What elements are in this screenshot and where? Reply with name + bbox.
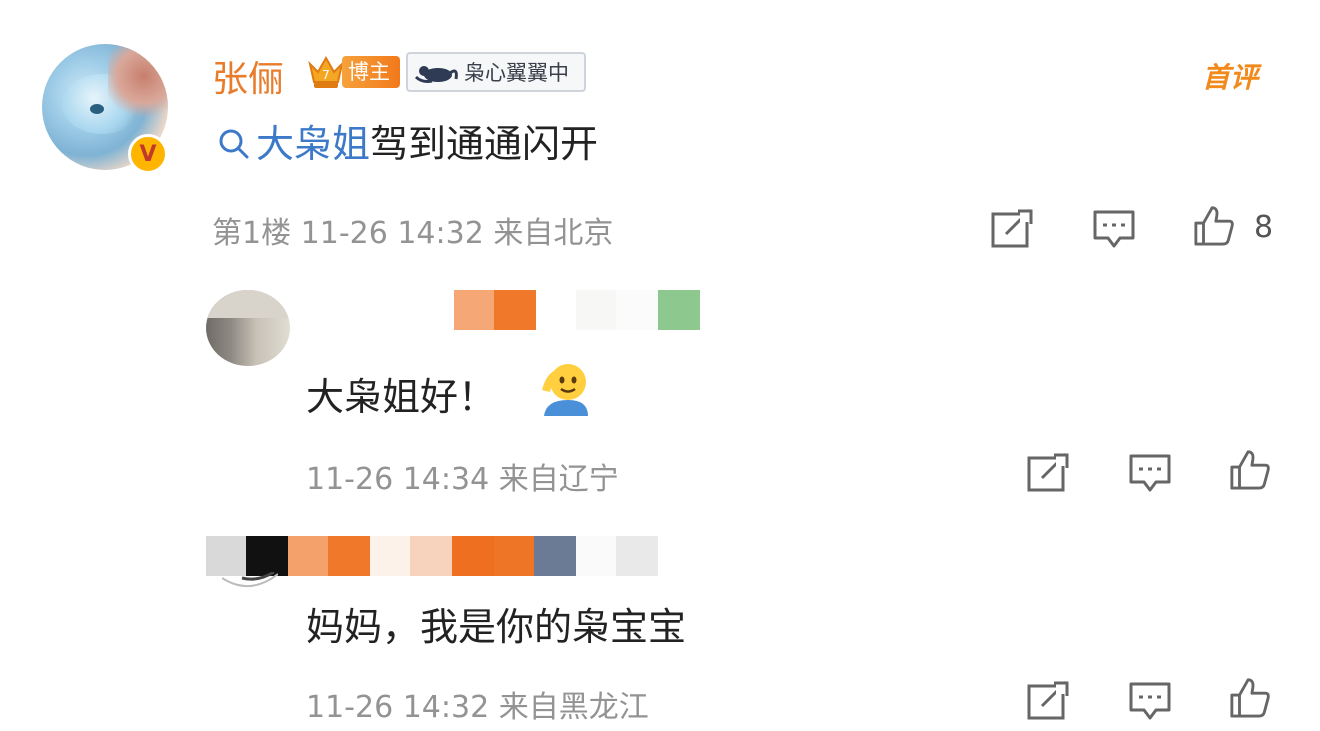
reply-username-blurred[interactable] — [206, 536, 658, 576]
timestamp: 11-26 14:32 — [306, 690, 490, 725]
author-username[interactable]: 张俪 — [212, 50, 284, 102]
salute-emoji-icon — [542, 364, 588, 416]
reply-meta: 11-26 14:34 来自辽宁 — [306, 454, 619, 498]
reply-avatar[interactable] — [222, 572, 278, 596]
comment-icon[interactable] — [1128, 680, 1172, 722]
timestamp: 11-26 14:32 — [300, 216, 484, 251]
like-icon[interactable] — [1228, 448, 1272, 490]
location: 来自黑龙江 — [498, 690, 649, 725]
share-icon[interactable] — [1026, 680, 1070, 722]
fan-badge-label: 枭心翼翼中 — [464, 61, 569, 85]
like-icon[interactable] — [1228, 676, 1272, 718]
comment-icon[interactable] — [1128, 452, 1172, 494]
fan-group-badge[interactable]: 枭心翼翼中 — [406, 52, 586, 92]
comment-meta: 第1楼 11-26 14:32 来自北京 — [212, 208, 613, 252]
search-icon — [219, 129, 249, 159]
reply-text: 妈妈，我是你的枭宝宝 — [306, 605, 687, 649]
share-icon[interactable] — [1026, 452, 1070, 494]
blogger-badge: 博主 — [342, 56, 400, 88]
location: 来自北京 — [493, 216, 614, 251]
owl-mascot-icon — [414, 66, 458, 83]
first-comment-tag: 首评 — [1202, 61, 1259, 94]
timestamp: 11-26 14:34 — [306, 462, 490, 497]
location: 来自辽宁 — [498, 462, 619, 497]
reply-meta: 11-26 14:32 来自黑龙江 — [306, 682, 649, 726]
verified-badge-icon: V — [128, 134, 168, 174]
comment-icon[interactable] — [1092, 208, 1136, 250]
reply-text: 大枭姐好！ — [306, 375, 497, 419]
svg-text:7: 7 — [322, 68, 330, 82]
reply-username-blurred[interactable] — [290, 290, 700, 330]
crown-icon: 7 — [308, 55, 344, 88]
topic-link[interactable]: 大枭姐 — [256, 118, 370, 170]
like-count: 8 — [1254, 210, 1274, 245]
comment-text: 驾到通通闪开 — [370, 122, 599, 166]
like-icon[interactable] — [1192, 204, 1236, 246]
comment-content: 大枭姐 驾到通通闪开 — [216, 118, 598, 170]
reply-avatar[interactable] — [206, 290, 290, 366]
floor-number: 第1楼 — [212, 216, 292, 251]
share-icon[interactable] — [990, 208, 1034, 250]
